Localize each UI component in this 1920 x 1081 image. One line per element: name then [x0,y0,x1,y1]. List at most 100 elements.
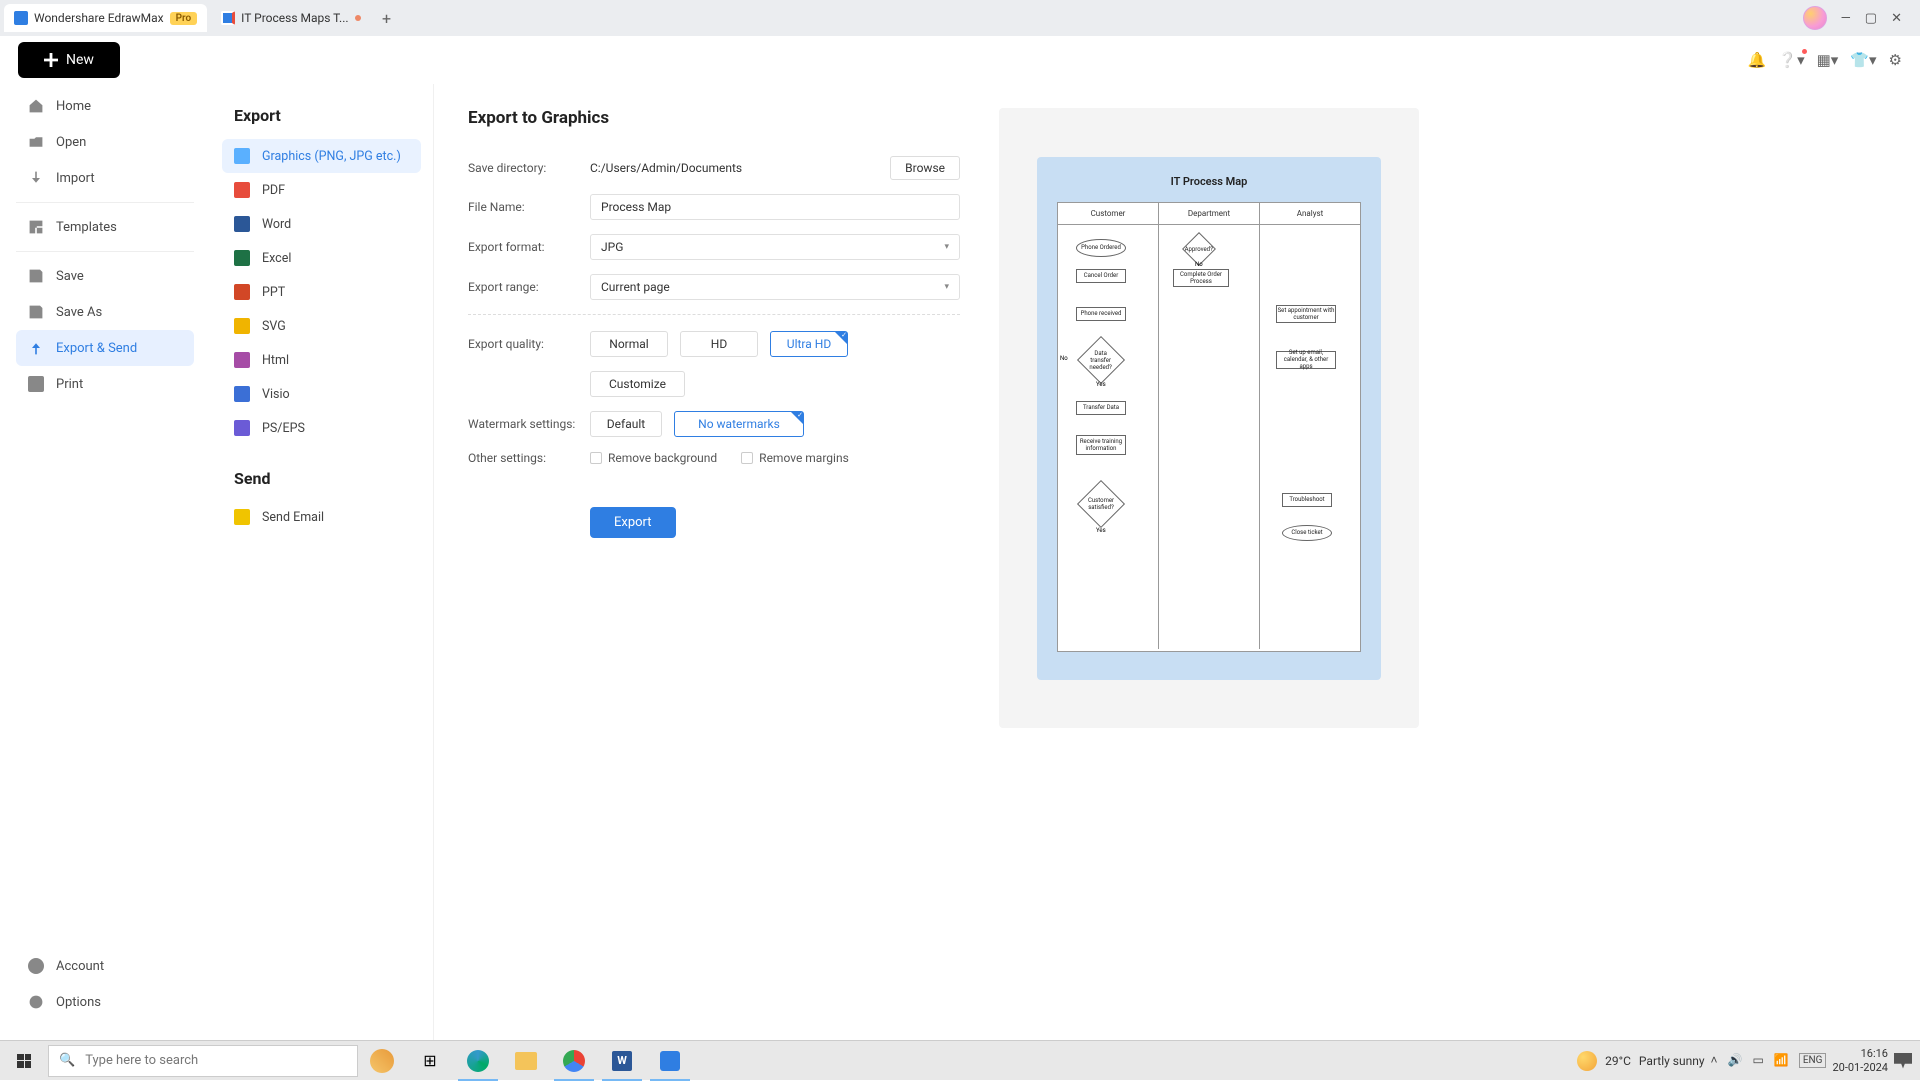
row-save-directory: Save directory: C:/Users/Admin/Documents… [468,156,960,180]
clock-date: 20-01-2024 [1832,1061,1888,1074]
file-name-input[interactable] [590,194,960,220]
quality-normal-button[interactable]: Normal [590,331,668,357]
sidebar-item-print[interactable]: Print [16,366,194,402]
start-button[interactable] [0,1041,48,1081]
taskbar-clock[interactable]: 16:16 20-01-2024 [1832,1047,1888,1073]
user-avatar[interactable] [1803,6,1827,30]
maximize-button[interactable]: ▢ [1865,11,1877,26]
browse-button[interactable]: Browse [890,156,960,180]
export-item-visio[interactable]: Visio [222,377,421,411]
weather-icon [1577,1051,1597,1071]
taskbar-explorer-icon[interactable] [502,1041,550,1081]
sidebar-label-print: Print [56,377,83,392]
quality-hd-button[interactable]: HD [680,331,758,357]
sidebar-item-saveas[interactable]: Save As [16,294,194,330]
customize-button[interactable]: Customize [590,371,685,397]
word-file-icon [234,216,250,232]
export-item-word[interactable]: Word [222,207,421,241]
tab-document[interactable]: IT Process Maps T... [211,4,370,32]
export-range-select[interactable]: Current page▾ [590,274,960,300]
tray-chevron-icon[interactable]: ˄ [1711,1053,1718,1068]
checkbox-remove-margins[interactable]: Remove margins [741,451,849,465]
lane-analyst: Set appointment with customer Set up ema… [1260,225,1360,649]
quality-ultrahd-button[interactable]: Ultra HD [770,331,848,357]
sidebar-label-account: Account [56,959,104,974]
sidebar-label-export-send: Export & Send [56,341,137,356]
tab-app[interactable]: Wondershare EdrawMax Pro [4,4,207,32]
new-tab-button[interactable]: + [375,6,399,30]
watermark-none-button[interactable]: No watermarks [674,411,804,437]
export-item-excel[interactable]: Excel [222,241,421,275]
shape-setup-apps: Set up email, calendar, & other apps [1276,351,1336,369]
tray-battery-icon[interactable]: ▭ [1753,1053,1764,1068]
weather-temp: 29°C [1605,1054,1631,1068]
save-icon [28,268,44,284]
help-icon[interactable]: ❔▾ [1778,51,1804,69]
taskbar-taskview-icon[interactable]: ⊞ [406,1041,454,1081]
close-button[interactable]: ✕ [1891,11,1902,26]
label-watermark: Watermark settings: [468,417,590,431]
taskbar-edge-icon[interactable] [454,1041,502,1081]
export-label-send-email: Send Email [262,510,324,525]
export-item-ppt[interactable]: PPT [222,275,421,309]
sidebar-item-options[interactable]: Options [16,984,194,1020]
taskbar-word-icon[interactable]: W [598,1041,646,1081]
topbar-icons: 🔔 ❔▾ ▦▾ 👕▾ ⚙ [1748,51,1902,69]
tray-wifi-icon[interactable]: 📶 [1774,1053,1789,1068]
taskbar-news-icon[interactable] [358,1041,406,1081]
taskbar-chrome-icon[interactable] [550,1041,598,1081]
swimlane-body: Phone Ordered Cancel Order Phone receive… [1058,225,1360,649]
taskbar-search[interactable]: 🔍 Type here to search [48,1045,358,1077]
export-icon [28,340,44,356]
watermark-default-button[interactable]: Default [590,411,662,437]
export-range-value: Current page [601,280,670,294]
clock-time: 16:16 [1861,1047,1888,1060]
tray-notifications-icon[interactable] [1894,1053,1912,1069]
minimize-button[interactable]: — [1841,11,1851,26]
pro-badge: Pro [170,12,198,25]
export-button[interactable]: Export [590,507,676,538]
bell-icon[interactable]: 🔔 [1748,51,1767,69]
email-file-icon [234,509,250,525]
shape-data-transfer: Data transfer needed? [1077,335,1125,383]
new-button[interactable]: New [18,42,120,78]
shape-receive-training: Receive training information [1076,435,1126,455]
chevron-down-icon: ▾ [944,242,949,252]
export-item-graphics[interactable]: Graphics (PNG, JPG etc.) [222,139,421,173]
export-format-select[interactable]: JPG▾ [590,234,960,260]
sidebar-item-save[interactable]: Save [16,258,194,294]
tab-document-title: IT Process Maps T... [241,11,348,25]
apps-icon[interactable]: ▦▾ [1817,51,1839,69]
checkbox-icon [590,452,602,464]
label-file-name: File Name: [468,200,590,214]
notification-dot [1802,49,1807,54]
export-item-svg[interactable]: SVG [222,309,421,343]
export-item-send-email[interactable]: Send Email [222,500,421,534]
sidebar-item-account[interactable]: Account [16,948,194,984]
export-item-html[interactable]: Html [222,343,421,377]
taskbar-edrawmax-icon[interactable] [646,1041,694,1081]
form-title: Export to Graphics [468,108,960,128]
html-file-icon [234,352,250,368]
shirt-icon[interactable]: 👕▾ [1850,51,1876,69]
export-item-pseps[interactable]: PS/EPS [222,411,421,445]
taskbar-weather[interactable]: 29°C Partly sunny [1577,1051,1704,1071]
document-icon [221,11,235,25]
sidebar-item-templates[interactable]: Templates [16,209,194,245]
settings-icon[interactable]: ⚙ [1889,51,1902,69]
tray-language-icon[interactable]: ENG [1799,1053,1827,1068]
checkbox-remove-bg[interactable]: Remove background [590,451,717,465]
pseps-file-icon [234,420,250,436]
export-item-pdf[interactable]: PDF [222,173,421,207]
sidebar-label-options: Options [56,995,101,1010]
sidebar-item-import[interactable]: Import [16,160,194,196]
sidebar-item-open[interactable]: Open [16,124,194,160]
tray-volume-icon[interactable]: 🔊 [1728,1053,1743,1068]
sidebar-item-home[interactable]: Home [16,88,194,124]
quality-ultrahd-label: Ultra HD [787,337,831,351]
news-glyph-icon [370,1049,394,1073]
search-icon: 🔍 [59,1053,75,1068]
export-label-graphics: Graphics (PNG, JPG etc.) [262,149,401,164]
sidebar-item-export-send[interactable]: Export & Send [16,330,194,366]
shape-data-transfer-label: Data transfer needed? [1085,349,1117,370]
